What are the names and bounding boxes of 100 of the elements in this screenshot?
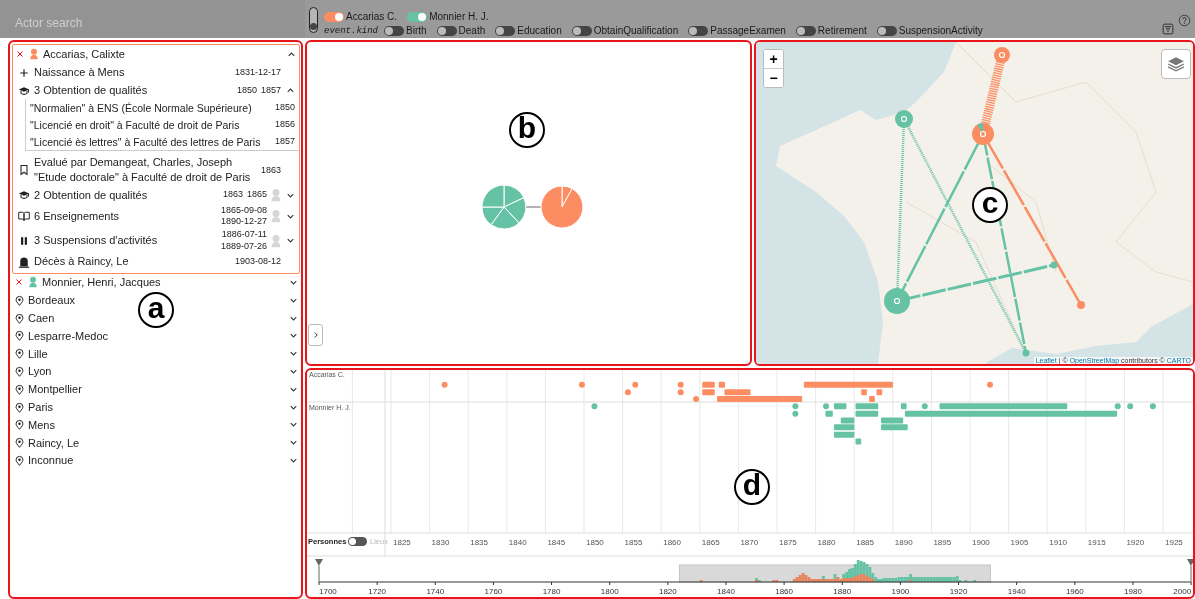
toggle-switch[interactable] — [324, 11, 344, 22]
axis-label: 1760 — [484, 587, 503, 596]
event-label: Naissance à Mens — [34, 64, 126, 80]
axis-label: 1880 — [833, 587, 852, 596]
place-node — [1022, 349, 1030, 357]
toggle-switch[interactable] — [688, 25, 709, 36]
location-pin-icon — [14, 437, 25, 449]
location-pin-icon — [14, 419, 25, 431]
place-node — [1050, 261, 1058, 269]
location-pin-icon — [14, 312, 25, 324]
toggle-switch[interactable] — [876, 25, 897, 36]
filter-label: event.kind — [324, 25, 378, 36]
pause-icon — [18, 234, 30, 247]
axis-label: 1855 — [624, 538, 643, 547]
event-label: 3 Suspensions d'activités — [34, 233, 159, 249]
place-name: Mens — [28, 418, 56, 431]
axis-label: 1875 — [779, 538, 797, 547]
axis-label: 1700 — [319, 587, 337, 596]
toggle-switch[interactable] — [495, 25, 516, 36]
event-label: 3 Obtention de qualités — [34, 82, 149, 98]
toggle-switch[interactable] — [795, 25, 816, 36]
plus-icon — [18, 66, 30, 79]
place-name: Inconnue — [28, 454, 75, 467]
axis-label: 1905 — [1010, 538, 1029, 547]
view-switch[interactable] — [348, 537, 367, 546]
axis-label: 1865 — [701, 538, 720, 547]
event-label: Décès à Raincy, Le — [34, 254, 130, 270]
place-node — [1077, 301, 1085, 309]
axis-label: 1885 — [856, 538, 874, 547]
event-label: "Licencié en droit" à Faculté de droit de Paris — [30, 118, 240, 131]
event-label: 2 Obtention de qualités — [34, 187, 149, 203]
axis-label: 1900 — [972, 538, 990, 547]
axis-label: 2000 — [1173, 587, 1192, 596]
filter-label: ObtainQualification — [593, 25, 679, 36]
toggle-switch[interactable] — [384, 25, 404, 36]
help-icon[interactable] — [1178, 14, 1191, 27]
person-badge-icon — [269, 188, 283, 203]
bookmark-icon — [18, 164, 30, 177]
axis-label: 1840 — [508, 538, 527, 547]
axis-label: 1920 — [949, 587, 968, 596]
toggle-switch[interactable] — [571, 25, 592, 36]
axis-label: 1845 — [547, 538, 566, 547]
place-name: Montpellier — [28, 383, 83, 396]
location-pin-icon — [14, 401, 25, 413]
filter-label: Monnier H. J. — [429, 11, 489, 22]
layers-button[interactable] — [1161, 49, 1191, 79]
axis-label: 1960 — [1065, 587, 1084, 596]
axis-label: 1890 — [894, 538, 913, 547]
remove-button[interactable] — [15, 49, 25, 59]
location-pin-icon — [14, 294, 25, 306]
event-date: 1850 — [236, 84, 257, 97]
search-field[interactable]: Actor search — [0, 0, 305, 38]
axis-label: 1900 — [891, 587, 910, 596]
axis-label: 1860 — [775, 587, 793, 596]
person-badge-icon — [269, 209, 283, 224]
axis-label: 1830 — [431, 538, 450, 547]
place-name: Caen — [28, 312, 56, 324]
filter-icon[interactable] — [1162, 23, 1174, 35]
filter-label: Birth — [406, 25, 427, 36]
event-date: 1889-07-26 — [220, 240, 267, 253]
book-icon — [18, 210, 30, 223]
annotation-label: d — [734, 469, 770, 505]
filter-label: Death — [458, 25, 486, 36]
tombstone-icon — [18, 256, 30, 269]
location-pin-icon — [14, 348, 25, 360]
axis-label: 1920 — [1126, 538, 1145, 547]
filter-label: PassageExamen — [710, 25, 786, 36]
toggle-switch[interactable] — [407, 11, 428, 22]
mortarboard-icon — [18, 84, 30, 97]
place-name: Lesparre-Medoc — [28, 329, 110, 342]
event-date: 1903-08-12 — [234, 256, 281, 268]
pie-node — [481, 184, 527, 230]
axis-label: 1940 — [1007, 587, 1026, 596]
axis-label: 1780 — [542, 587, 561, 596]
place-name: Bordeaux — [28, 294, 77, 307]
place-node — [884, 288, 910, 314]
axis-label: 1740 — [426, 587, 445, 596]
zoom-out-button[interactable]: − — [764, 68, 783, 87]
location-pin-icon — [14, 330, 25, 342]
axis-label: 1800 — [600, 587, 619, 596]
brush-handle[interactable] — [315, 559, 323, 583]
close-icon — [15, 49, 25, 59]
annotation-label: b — [509, 112, 545, 148]
event-date: 1850 — [274, 101, 295, 114]
filter-label: SuspensionActivity — [898, 25, 983, 36]
mode-switch[interactable] — [309, 7, 318, 33]
toggle-switch[interactable] — [436, 25, 457, 36]
place-name: Raincy, Le — [28, 436, 81, 449]
person-badge-icon — [269, 233, 283, 248]
axis-label: 1720 — [368, 587, 387, 596]
axis-label: 1980 — [1124, 587, 1142, 596]
brush-handle[interactable] — [1187, 559, 1193, 583]
axis-label: 1910 — [1049, 538, 1067, 547]
network-edge — [525, 206, 542, 208]
event-date: 1863 — [222, 189, 243, 202]
location-pin-icon — [14, 454, 25, 466]
location-pin-icon — [14, 383, 25, 395]
event-date: 1865 — [246, 189, 267, 202]
layers-icon — [1167, 55, 1185, 73]
event-label: 6 Enseignements — [34, 208, 120, 224]
